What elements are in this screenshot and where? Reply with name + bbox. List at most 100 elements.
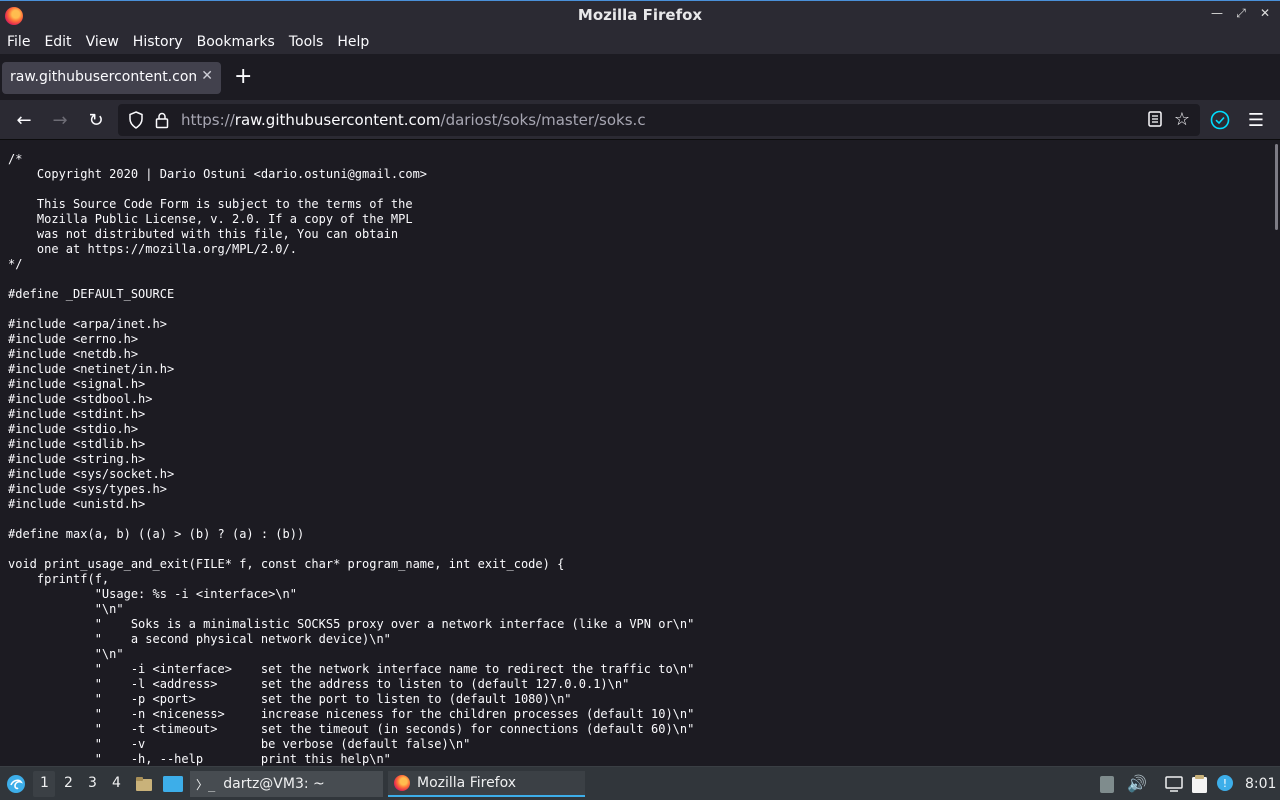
window-controls: — ⤢ ✕ <box>1210 6 1272 21</box>
file-manager-icon[interactable] <box>135 775 153 793</box>
close-icon[interactable]: ✕ <box>1258 6 1272 21</box>
code-line: #include <stdio.h> <box>8 422 139 436</box>
code-line: #include <sys/types.h> <box>8 482 167 496</box>
code-line: #include <stdlib.h> <box>8 437 146 451</box>
code-line: #include <string.h> <box>8 452 146 466</box>
menu-history[interactable]: History <box>133 34 183 50</box>
reader-view-icon[interactable] <box>1148 111 1162 127</box>
new-tab-icon[interactable]: + <box>234 66 252 88</box>
scrollbar[interactable] <box>1272 140 1280 766</box>
code-line: #include <netinet/in.h> <box>8 362 175 376</box>
menu-bookmarks[interactable]: Bookmarks <box>197 34 275 50</box>
reload-icon[interactable]: ↻ <box>84 108 108 132</box>
task-firefox-label: Mozilla Firefox <box>417 775 517 791</box>
title-bar: Mozilla Firefox — ⤢ ✕ <box>0 0 1280 29</box>
workspace-1[interactable]: 1 <box>40 775 49 791</box>
code-line: one at https://mozilla.org/MPL/2.0/. <box>8 242 297 256</box>
tab-bar: raw.githubusercontent.com/dariost/soks/m… <box>0 54 1280 100</box>
volume-icon[interactable]: 🔊 <box>1127 774 1147 793</box>
code-line: " a second physical network device)\n" <box>8 632 391 646</box>
code-line: " -t <timeout> set the timeout (in secon… <box>8 722 695 736</box>
scrollbar-thumb[interactable] <box>1275 144 1278 230</box>
code-line: #include <arpa/inet.h> <box>8 317 167 331</box>
source-code: /* Copyright 2020 | Dario Ostuni <dario.… <box>0 140 1272 766</box>
code-line: #include <unistd.h> <box>8 497 146 511</box>
code-line: " Soks is a minimalistic SOCKS5 proxy ov… <box>8 617 695 631</box>
code-line: " -i <interface> set the network interfa… <box>8 662 695 676</box>
start-menu-icon[interactable] <box>6 774 26 794</box>
terminal-icon: 〉_ <box>196 777 216 792</box>
raw-file-content: /* Copyright 2020 | Dario Ostuni <dario.… <box>0 140 1272 766</box>
menu-tools[interactable]: Tools <box>289 34 324 50</box>
code-line: #define max(a, b) ((a) > (b) ? (a) : (b)… <box>8 527 305 541</box>
notes-icon[interactable] <box>1190 774 1210 794</box>
url-scheme: https:// <box>181 111 235 129</box>
taskbar: 1 2 3 4 〉_ dartz@VM3: ~ Mozilla Firefox … <box>0 766 1280 800</box>
menu-edit[interactable]: Edit <box>44 34 71 50</box>
firefox-icon <box>394 775 410 791</box>
code-line: "\n" <box>8 602 124 616</box>
code-line: #include <signal.h> <box>8 377 146 391</box>
notification-icon[interactable]: ! <box>1216 774 1234 794</box>
minimize-icon[interactable]: — <box>1210 6 1224 21</box>
workspace-4[interactable]: 4 <box>112 775 121 791</box>
tab-active[interactable]: raw.githubusercontent.com/dariost/soks/m… <box>2 62 221 94</box>
code-line: "Usage: %s -i <interface>\n" <box>8 587 297 601</box>
code-line: "\n" <box>8 647 124 661</box>
code-line: */ <box>8 257 23 271</box>
url-path: /dariost/soks/master/soks.c <box>440 111 646 129</box>
menu-view[interactable]: View <box>86 34 119 50</box>
code-line: void print_usage_and_exit(FILE* f, const… <box>8 557 565 571</box>
nav-bar: ← → ↻ https://raw.githubusercontent.com/… <box>0 100 1280 140</box>
network-icon[interactable] <box>1164 775 1184 793</box>
task-terminal[interactable]: 〉_ dartz@VM3: ~ <box>190 771 383 797</box>
tab-title: raw.githubusercontent.com/dariost/soks/m… <box>10 69 196 85</box>
forward-icon[interactable]: → <box>48 108 72 132</box>
code-line: #include <stdbool.h> <box>8 392 153 406</box>
shield-icon[interactable] <box>128 111 144 129</box>
code-line: Mozilla Public License, v. 2.0. If a cop… <box>8 212 413 226</box>
menu-help[interactable]: Help <box>337 34 369 50</box>
code-line: " -v be verbose (default false)\n" <box>8 737 471 751</box>
code-line: /* <box>8 152 23 166</box>
window-title: Mozilla Firefox <box>577 6 703 24</box>
code-line: " -n <niceness> increase niceness for th… <box>8 707 695 721</box>
code-line: Copyright 2020 | Dario Ostuni <dario.ost… <box>8 167 428 181</box>
url-bar[interactable]: https://raw.githubusercontent.com/darios… <box>118 104 1200 136</box>
show-desktop-icon[interactable] <box>162 775 184 793</box>
back-icon[interactable]: ← <box>12 108 36 132</box>
account-sync-icon[interactable] <box>1210 110 1230 130</box>
workspace-3[interactable]: 3 <box>88 775 97 791</box>
hamburger-menu-icon[interactable]: ☰ <box>1244 108 1268 132</box>
code-line: #define _DEFAULT_SOURCE <box>8 287 175 301</box>
svg-text:!: ! <box>1223 777 1227 790</box>
code-line: " -h, --help print this help\n" <box>8 752 391 766</box>
task-firefox[interactable]: Mozilla Firefox <box>388 771 585 797</box>
code-line: was not distributed with this file, You … <box>8 227 399 241</box>
url-host: raw.githubusercontent.com <box>234 111 441 129</box>
code-line: This Source Code Form is subject to the … <box>8 197 413 211</box>
code-line: #include <sys/socket.h> <box>8 467 175 481</box>
menu-file[interactable]: File <box>7 34 30 50</box>
maximize-icon[interactable]: ⤢ <box>1234 6 1248 21</box>
code-line: " -p <port> set the port to listen to (d… <box>8 692 572 706</box>
code-line: fprintf(f, <box>8 572 110 586</box>
lock-icon[interactable] <box>154 111 170 129</box>
code-line: #include <errno.h> <box>8 332 139 346</box>
code-line: " -l <address> set the address to listen… <box>8 677 630 691</box>
task-terminal-label: dartz@VM3: ~ <box>223 776 325 792</box>
bookmark-star-icon[interactable]: ☆ <box>1174 109 1190 130</box>
workspace-2[interactable]: 2 <box>64 775 73 791</box>
code-line: #include <stdint.h> <box>8 407 146 421</box>
code-line: #include <netdb.h> <box>8 347 139 361</box>
menu-bar: File Edit View History Bookmarks Tools H… <box>0 29 1280 54</box>
clipboard-icon[interactable] <box>1100 776 1114 793</box>
tab-close-icon[interactable]: ✕ <box>201 68 213 84</box>
clock[interactable]: 8:01 <box>1245 776 1276 792</box>
url-text[interactable]: https://raw.githubusercontent.com/darios… <box>181 111 646 129</box>
